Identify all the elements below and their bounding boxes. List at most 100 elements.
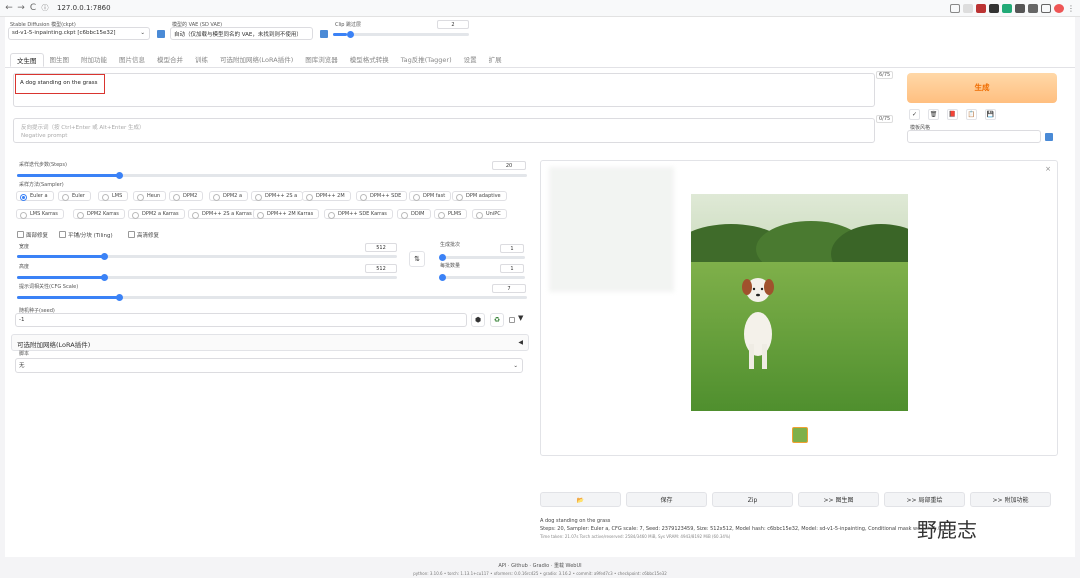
sampler-option[interactable]: DPM++ SDE	[356, 191, 408, 201]
forward-icon[interactable]: →	[15, 3, 27, 13]
steps-slider[interactable]	[17, 172, 527, 179]
tab-5[interactable]: 训练	[189, 53, 214, 67]
cfg-slider[interactable]	[17, 294, 527, 301]
sampler-option[interactable]: DPM2 Karras	[73, 209, 125, 219]
tab-0[interactable]: 文生图	[10, 53, 44, 67]
batch-size-input[interactable]: 1	[500, 264, 524, 273]
sampler-option[interactable]: UniPC	[472, 209, 507, 219]
extra-seed-checkbox[interactable]	[509, 317, 515, 323]
tab-7[interactable]: 图库浏览器	[299, 53, 344, 67]
sampler-option[interactable]: Euler	[58, 191, 91, 201]
height-input[interactable]: 512	[365, 264, 397, 273]
tool-button-3[interactable]: 📋	[966, 109, 977, 120]
tool-button-2[interactable]: 📕	[947, 109, 958, 120]
close-icon[interactable]: ×	[1045, 165, 1051, 173]
batch-size-slider[interactable]	[439, 274, 525, 281]
prompt-input[interactable]	[13, 73, 875, 107]
sampler-option[interactable]: DPM++ 2S a Karras	[188, 209, 258, 219]
lora-accordion[interactable]: 可选附加网络(LoRA插件) ◀	[11, 334, 529, 351]
batch-count-slider[interactable]	[439, 254, 525, 261]
more-icon[interactable]: ⋮	[1067, 4, 1077, 13]
thumbnail[interactable]	[792, 427, 808, 443]
extension-icon[interactable]	[989, 3, 999, 13]
height-slider[interactable]	[17, 274, 397, 281]
output-button-4[interactable]: >> 局部重绘	[884, 492, 965, 507]
slider-knob[interactable]	[101, 274, 108, 281]
dice-icon[interactable]: ⬢	[471, 313, 485, 327]
sampler-option[interactable]: DPM++ 2M Karras	[253, 209, 320, 219]
tab-3[interactable]: 图片信息	[113, 53, 151, 67]
reload-icon[interactable]: C	[27, 3, 39, 13]
slider-knob[interactable]	[116, 172, 123, 179]
sampler-option[interactable]: LMS Karras	[16, 209, 64, 219]
output-button-1[interactable]: 保存	[626, 492, 707, 507]
sampler-option[interactable]: DPM++ SDE Karras	[324, 209, 393, 219]
sidebar-icon[interactable]	[1041, 3, 1051, 13]
share-icon[interactable]	[950, 3, 960, 13]
tool-button-0[interactable]: ✓	[909, 109, 920, 120]
sampler-option[interactable]: DPM++ 2S a	[251, 191, 304, 201]
output-button-3[interactable]: >> 图生图	[798, 492, 879, 507]
negative-prompt-input[interactable]: 反向提示词（按 Ctrl+Enter 或 Alt+Enter 生成） Negat…	[13, 118, 875, 143]
tab-6[interactable]: 可选附加网络(LoRA插件)	[214, 53, 299, 67]
menu-icon[interactable]	[1028, 3, 1038, 13]
output-button-0[interactable]: 📂	[540, 492, 621, 507]
swap-dimensions-button[interactable]: ⇅	[409, 251, 425, 267]
checkbox-2[interactable]: 高清修复	[128, 231, 159, 239]
sampler-option[interactable]: DPM2	[169, 191, 204, 201]
sampler-option[interactable]: PLMS	[434, 209, 468, 219]
refresh-icon[interactable]	[320, 30, 328, 38]
slider-knob[interactable]	[439, 274, 446, 281]
address-bar[interactable]: 127.0.0.1:7860	[57, 2, 950, 14]
triangle-down-icon[interactable]: ▼	[518, 314, 523, 322]
script-select[interactable]: 无 ⌄	[15, 358, 523, 373]
tab-9[interactable]: Tag反推(Tagger)	[395, 53, 458, 67]
extension-icon[interactable]	[976, 3, 986, 13]
seed-input[interactable]: -1	[15, 313, 467, 327]
tab-8[interactable]: 模型格式转换	[344, 53, 395, 67]
output-button-2[interactable]: Zip	[712, 492, 793, 507]
tool-button-4[interactable]: 💾	[985, 109, 996, 120]
sampler-option[interactable]: DPM fast	[409, 191, 452, 201]
sampler-option[interactable]: Euler a	[16, 191, 54, 201]
footer-links[interactable]: API · Github · Gradio · 重载 WebUI	[0, 562, 1080, 569]
style-select[interactable]	[907, 130, 1041, 143]
tab-1[interactable]: 图生图	[44, 53, 76, 67]
output-button-5[interactable]: >> 附加功能	[970, 492, 1051, 507]
back-icon[interactable]: ←	[3, 3, 15, 13]
recycle-icon[interactable]: ♻	[490, 313, 504, 327]
sampler-option[interactable]: DPM adaptive	[452, 191, 507, 201]
slider-knob[interactable]	[439, 254, 446, 261]
sampler-option[interactable]: DPM2 a Karras	[128, 209, 185, 219]
tab-2[interactable]: 附加功能	[75, 53, 113, 67]
tool-button-1[interactable]: 🗑	[928, 109, 939, 120]
sampler-option[interactable]: DPM2 a	[209, 191, 249, 201]
clip-slider[interactable]	[333, 31, 469, 38]
model-select[interactable]: sd-v1-5-inpainting.ckpt [c6bbc15e32] ⌄	[8, 27, 150, 40]
tab-4[interactable]: 模型合并	[151, 53, 189, 67]
sampler-option[interactable]: LMS	[98, 191, 129, 201]
vae-select[interactable]: 自动（仅加载与模型同名的 VAE，未找到则不使用）	[170, 27, 313, 40]
refresh-icon[interactable]	[1045, 133, 1053, 141]
batch-count-input[interactable]: 1	[500, 244, 524, 253]
checkbox-0[interactable]: 面部修复	[17, 231, 48, 239]
profile-icon[interactable]	[1054, 3, 1064, 13]
steps-input[interactable]: 20	[492, 161, 526, 170]
extension-icon[interactable]	[1002, 3, 1012, 13]
tab-11[interactable]: 扩展	[483, 53, 508, 67]
generate-button[interactable]: 生成	[907, 73, 1057, 103]
clip-input[interactable]: 2	[437, 20, 469, 29]
cfg-input[interactable]: 7	[492, 284, 526, 293]
sampler-option[interactable]: Heun	[133, 191, 167, 201]
puzzle-icon[interactable]	[1015, 3, 1025, 13]
checkbox-1[interactable]: 平铺/分块 (Tiling)	[59, 231, 113, 239]
sampler-option[interactable]: DPM++ 2M	[302, 191, 351, 201]
refresh-icon[interactable]	[157, 30, 165, 38]
sampler-option[interactable]: DDIM	[397, 209, 431, 219]
tab-10[interactable]: 设置	[458, 53, 483, 67]
info-icon[interactable]: ⓘ	[39, 3, 51, 13]
width-input[interactable]: 512	[365, 243, 397, 252]
star-icon[interactable]	[963, 3, 973, 13]
generated-image[interactable]	[691, 194, 908, 411]
slider-knob[interactable]	[101, 253, 108, 260]
